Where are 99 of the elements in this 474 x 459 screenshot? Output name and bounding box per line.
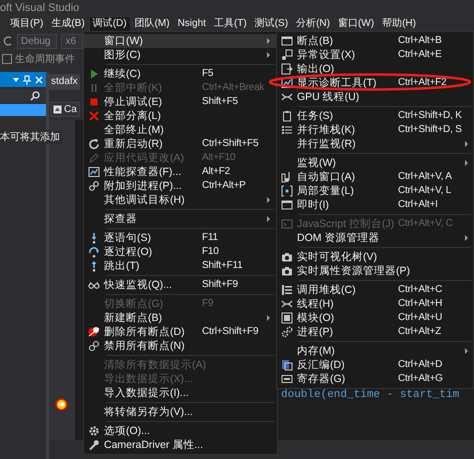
menu-item[interactable]: 选项(O)... (84, 424, 277, 438)
window-title: oft Visual Studio (0, 2, 80, 14)
threads-icon (281, 91, 293, 103)
menu-item[interactable]: 断点(B) Ctrl+Alt+B (277, 34, 473, 48)
camera-icon (281, 251, 293, 263)
menu-item[interactable]: 探查器 (84, 212, 277, 226)
pencil-icon (88, 152, 100, 164)
menu-item[interactable]: 输出(O) (277, 62, 473, 76)
menu-item[interactable]: 图形(C) (84, 48, 277, 62)
output-icon (281, 63, 293, 75)
platform-dropdown[interactable]: x6 (61, 34, 84, 48)
search-field[interactable] (0, 89, 46, 102)
menu-item[interactable]: 任务(S) Ctrl+Shift+D, K (277, 109, 473, 123)
chart-icon (281, 77, 293, 89)
step-over-icon (88, 246, 100, 258)
configuration-dropdown[interactable]: Debug (17, 34, 58, 48)
menu-item[interactable]: 进程(P) Ctrl+Alt+Z (277, 325, 473, 339)
menu-item[interactable]: 重新启动(R) Ctrl+Shift+F5 (84, 137, 277, 151)
brackets-icon (281, 185, 293, 197)
menu-item[interactable]: 寄存器(G) Ctrl+Alt+G (277, 372, 473, 386)
menu-bar-item[interactable]: 窗口(W) (334, 16, 378, 32)
console-icon (281, 218, 293, 230)
menu-item[interactable]: 内存(M) (277, 344, 473, 358)
menu-item[interactable]: 附加到进程(P)... Ctrl+Alt+P (84, 179, 277, 193)
menu-bar-item[interactable]: 项目(P) (6, 16, 48, 32)
register-icon (281, 373, 293, 385)
play-icon (88, 68, 100, 80)
menu-item[interactable]: 局部变量(L) Ctrl+Alt+V, L (277, 184, 473, 198)
threads-icon (281, 298, 293, 310)
camera-icon (281, 265, 293, 277)
menu-item[interactable]: 新建断点(B) (84, 311, 277, 325)
menu-item[interactable]: 逐语句(S) F11 (84, 231, 277, 245)
dropdown-arrow-icon[interactable] (13, 78, 19, 82)
tool-window-message: 本可将其添加 (0, 130, 62, 144)
lifecycle-events-dropdown[interactable]: 生命周期事件 (15, 52, 75, 66)
window-icon (281, 199, 293, 211)
call-stack-icon (281, 284, 293, 296)
menu-item[interactable]: 实时可视化树(V) (277, 250, 473, 264)
menu-item[interactable]: 线程(H) Ctrl+Alt+H (277, 297, 473, 311)
menu-item[interactable]: 反汇编(D) Ctrl+Alt+D (277, 358, 473, 372)
menu-item[interactable]: 实时属性资源管理器(P) (277, 264, 473, 278)
list-icon (281, 124, 293, 136)
menu-item[interactable]: 其他调试目标(H) (84, 193, 277, 207)
navigation-dropdown[interactable]: Ca (50, 102, 80, 116)
pin-icon[interactable] (23, 74, 31, 84)
breakpoint-delete-icon (88, 326, 100, 338)
menu-item[interactable]: 调用堆栈(C) Ctrl+Alt+C (277, 283, 473, 297)
menu-item[interactable]: GPU 线程(U) (277, 90, 473, 104)
menu-item[interactable]: 监视(W) (277, 156, 473, 170)
menu-item[interactable]: 异常设置(X) Ctrl+Alt+E (277, 48, 473, 62)
menu-item[interactable]: 停止调试(E) Shift+F5 (84, 95, 277, 109)
disassembly-icon (281, 359, 293, 371)
chain-icon (88, 340, 100, 352)
menu-bar-item[interactable]: 帮助(H) (378, 16, 420, 32)
menu-bar-item[interactable]: 分析(N) (292, 16, 334, 32)
class-icon (53, 104, 62, 114)
gear-icon (88, 425, 100, 437)
editor-tab[interactable]: stdafx (49, 74, 80, 90)
menu-item[interactable]: 自动窗口(A) Ctrl+Alt+V, A (277, 170, 473, 184)
menu-item[interactable]: DOM 资源管理器 (277, 231, 473, 245)
menu-bar-item[interactable]: 团队(M) (130, 16, 174, 32)
menu-item[interactable]: 并行堆栈(K) Ctrl+Shift+D, S (277, 123, 473, 137)
menu-bar-item[interactable]: 工具(T) (210, 16, 251, 32)
cross-icon (88, 110, 100, 122)
menu-item[interactable]: 模块(O) Ctrl+Alt+U (277, 311, 473, 325)
menu-item[interactable]: 导入数据提示(I)... (84, 386, 277, 400)
menu-item[interactable]: 跳出(T) Shift+F11 (84, 259, 277, 273)
current-statement-icon (55, 398, 68, 411)
menu-bar-item[interactable]: 测试(S) (250, 16, 292, 32)
search-icon (30, 90, 40, 100)
window-icon (281, 35, 293, 47)
menu-bar-item[interactable]: Nsight (174, 16, 210, 32)
menu-bar-item[interactable]: 调试(D) (88, 16, 131, 32)
menu-bar-item[interactable]: 生成(B) (47, 16, 89, 32)
menu-item[interactable]: 性能探查器(F)... Alt+F2 (84, 165, 277, 179)
stop-icon (88, 96, 100, 108)
redo-icon (3, 35, 13, 47)
menu-item[interactable]: CameraDriver 属性... (84, 438, 277, 452)
menu-item[interactable]: 继续(C) F5 (84, 67, 277, 81)
close-icon[interactable] (35, 76, 43, 84)
glasses-icon (88, 279, 100, 291)
menu-item[interactable]: 即时(I) Ctrl+Alt+I (277, 198, 473, 212)
checkbox-icon (2, 54, 12, 64)
menu-item[interactable]: 逐过程(O) F10 (84, 245, 277, 259)
module-icon (281, 312, 293, 324)
link-icon (88, 180, 100, 192)
menu-item[interactable]: 将转储另存为(V)... (84, 405, 277, 419)
menu-item[interactable]: 全部终止(M) (84, 123, 277, 137)
menu-item[interactable]: 删除所有断点(D) Ctrl+Shift+F9 (84, 325, 277, 339)
restart-icon (88, 138, 100, 150)
menu-item[interactable]: 禁用所有断点(N) (84, 339, 277, 353)
menu-item[interactable]: 快速监视(Q)... Shift+F9 (84, 278, 277, 292)
chart-icon (88, 166, 100, 178)
menu-item[interactable]: 全部分离(L) (84, 109, 277, 123)
code-line: double(end_time - start_tim (281, 389, 460, 401)
wrench-icon (88, 439, 100, 451)
menu-item[interactable]: 并行监视(R) (277, 137, 473, 151)
clipboard-icon (281, 110, 293, 122)
menu-item[interactable]: 窗口(W) (84, 34, 277, 48)
